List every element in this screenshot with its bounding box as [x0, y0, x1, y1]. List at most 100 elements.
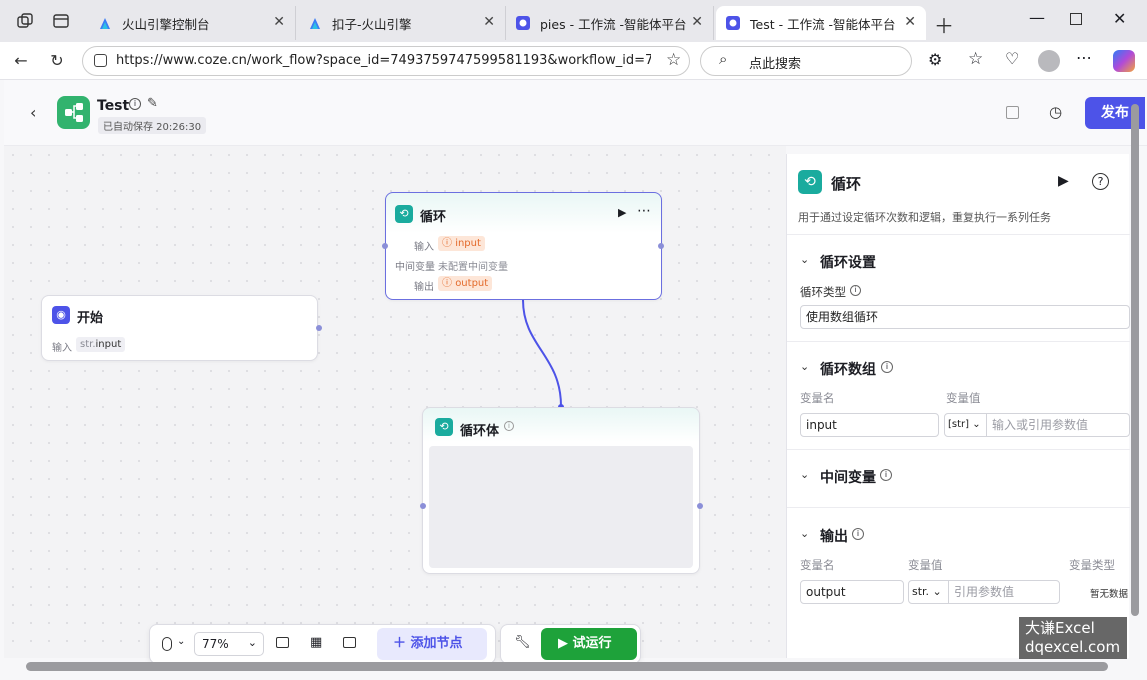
var-type-text: [str]	[948, 419, 970, 430]
favorites-icon[interactable]: ☆	[968, 49, 983, 69]
search-placeholder: 点此搜索	[749, 57, 802, 72]
history-icon[interactable]: ◷	[1049, 103, 1062, 121]
close-tab-icon[interactable]: ✕	[483, 14, 495, 30]
section-title: 输出	[820, 529, 848, 545]
close-tab-icon[interactable]: ✕	[691, 14, 703, 30]
search-icon: ⌕	[719, 50, 728, 68]
canvas-toolbar: ⌄ 77% ⌄ ▦ ＋ 添加节点	[149, 624, 496, 664]
run-node-icon[interactable]: ▶	[1058, 173, 1069, 189]
loop-body-right-port[interactable]	[697, 503, 703, 509]
close-window-icon[interactable]: ✕	[1113, 9, 1126, 28]
start-node[interactable]: ◉ 开始 输入 str.input	[41, 295, 318, 361]
address-bar[interactable]: https://www.coze.cn/work_flow?space_id=7…	[82, 46, 690, 76]
zoom-select[interactable]: 77% ⌄	[194, 632, 264, 656]
loop-input-port[interactable]	[382, 243, 388, 249]
param-type: str.	[80, 339, 96, 350]
output-value-input[interactable]: 引用参数值	[948, 580, 1060, 604]
output-tag: ⓘ output	[438, 276, 493, 291]
run-node-icon[interactable]: ▶	[618, 206, 626, 219]
close-tab-icon[interactable]: ✕	[904, 14, 916, 30]
loop-body-node[interactable]: ⟲ 循环体 i	[422, 407, 700, 574]
copilot-icon[interactable]	[1113, 50, 1135, 72]
layout-icon[interactable]: ▦	[310, 635, 322, 650]
back-arrow-icon[interactable]: ←	[10, 50, 32, 72]
workflow-logo-icon	[57, 96, 90, 129]
chevron-down-icon[interactable]: ⌄	[800, 468, 809, 481]
test-run-label: 试运行	[572, 636, 612, 651]
loop-body-canvas[interactable]	[429, 446, 693, 568]
output-tag-text: output	[455, 278, 489, 289]
info-icon[interactable]: i	[129, 98, 141, 110]
maximize-window-icon[interactable]	[1070, 13, 1082, 25]
url-text: https://www.coze.cn/work_flow?space_id=7…	[116, 53, 651, 68]
output-label: 输出	[414, 282, 434, 293]
close-tab-icon[interactable]: ✕	[273, 14, 285, 30]
info-icon[interactable]: i	[881, 361, 893, 373]
chevron-down-icon[interactable]: ⌄	[800, 253, 809, 266]
browser-tab-bar: 火山引擎控制台 ✕ 扣子-火山引擎 ✕ pies - 工作流 -智能体平台 ✕ …	[0, 0, 1147, 42]
var-value-input[interactable]: 输入或引用参数值	[986, 413, 1130, 437]
info-icon[interactable]: i	[852, 528, 864, 540]
loop-settings-section: ⌄ 循环设置 循环类型 i 使用数组循环	[787, 234, 1130, 341]
info-icon[interactable]: i	[850, 285, 861, 296]
output-type-select[interactable]: str. ⌄	[908, 580, 950, 604]
tab-actions-icon[interactable]	[52, 12, 70, 30]
watermark-line1: 大谦Excel	[1025, 619, 1095, 637]
horizontal-scrollbar[interactable]	[26, 662, 1108, 671]
workflow-canvas[interactable]: ⟲ 循环 ▶ ⋯ 输入 ⓘ input 中间变量 未配置中间变量 输出 ⓘ ou…	[4, 146, 786, 664]
input-tag-text: input	[455, 238, 481, 249]
var-type-label: 变量类型	[1069, 558, 1115, 572]
more-options-icon[interactable]: ⋯	[1076, 48, 1092, 67]
var-value-label: 变量值	[908, 558, 943, 572]
mid-vars-section: ⌄ 中间变量 i	[787, 449, 1130, 507]
workspaces-icon[interactable]	[16, 12, 34, 30]
input-label: 输入	[414, 242, 434, 253]
back-chevron-icon[interactable]: ‹	[30, 103, 36, 122]
var-type-select[interactable]: [str] ⌄	[944, 413, 988, 437]
new-tab-icon[interactable]: ＋	[934, 10, 954, 39]
vertical-scrollbar[interactable]	[1131, 104, 1139, 616]
reload-icon[interactable]: ↻	[46, 50, 68, 72]
info-icon[interactable]: i	[504, 421, 514, 431]
chevron-down-icon[interactable]: ⌄	[800, 527, 809, 540]
browser-tab-coze-volcengine[interactable]: 扣子-火山引擎 ✕	[298, 6, 506, 40]
chevron-down-icon[interactable]: ⌄	[177, 636, 185, 647]
start-output-port[interactable]	[316, 325, 322, 331]
add-node-button[interactable]: ＋ 添加节点	[377, 628, 487, 660]
var-value-label: 变量值	[946, 391, 981, 405]
minimize-window-icon[interactable]: —	[1029, 8, 1045, 27]
loop-type-select[interactable]: 使用数组循环	[800, 305, 1130, 329]
debug-tool-icon[interactable]: 🔧︎	[514, 635, 531, 650]
output-name-input[interactable]: output	[800, 580, 904, 604]
chevron-down-icon: ⌄	[929, 585, 942, 598]
browser-tab-pies-workflow[interactable]: pies - 工作流 -智能体平台 ✕	[506, 6, 714, 40]
help-icon[interactable]: ?	[1092, 173, 1109, 190]
start-icon: ◉	[52, 306, 70, 324]
info-icon[interactable]: i	[880, 469, 892, 481]
more-options-icon[interactable]: ⋯	[637, 203, 651, 219]
browser-health-icon[interactable]: ♡	[1005, 49, 1019, 68]
mouse-mode-icon[interactable]	[162, 637, 172, 651]
loop-output-port[interactable]	[658, 243, 664, 249]
comment-icon[interactable]	[276, 637, 289, 648]
browser-tab-volcengine-console[interactable]: 火山引擎控制台 ✕	[88, 6, 296, 40]
minimap-icon[interactable]	[343, 637, 356, 648]
var-name-input[interactable]: input	[800, 413, 939, 437]
section-title: 中间变量	[820, 470, 876, 486]
watermark: 大谦Excel dqexcel.com	[1019, 617, 1127, 659]
chevron-down-icon[interactable]: ⌄	[800, 360, 809, 373]
browser-search-box[interactable]: ⌕ 点此搜索	[700, 46, 912, 76]
volcengine-logo-icon	[308, 16, 322, 30]
copy-icon[interactable]	[1006, 106, 1019, 119]
loop-body-left-port[interactable]	[420, 503, 426, 509]
site-info-icon[interactable]	[94, 54, 107, 67]
test-run-button[interactable]: ▶ 试运行	[541, 628, 637, 660]
start-input-label: 输入	[52, 343, 72, 354]
workflow-title: Test	[97, 98, 130, 114]
extensions-icon[interactable]: ⚙	[928, 50, 942, 69]
edit-icon[interactable]: ✎	[147, 96, 158, 111]
favorite-star-icon[interactable]: ☆	[666, 50, 681, 70]
loop-node[interactable]: ⟲ 循环 ▶ ⋯ 输入 ⓘ input 中间变量 未配置中间变量 输出 ⓘ ou…	[385, 192, 662, 300]
browser-tab-test-workflow[interactable]: Test - 工作流 -智能体平台 ✕	[716, 6, 926, 40]
profile-avatar[interactable]	[1038, 50, 1060, 72]
